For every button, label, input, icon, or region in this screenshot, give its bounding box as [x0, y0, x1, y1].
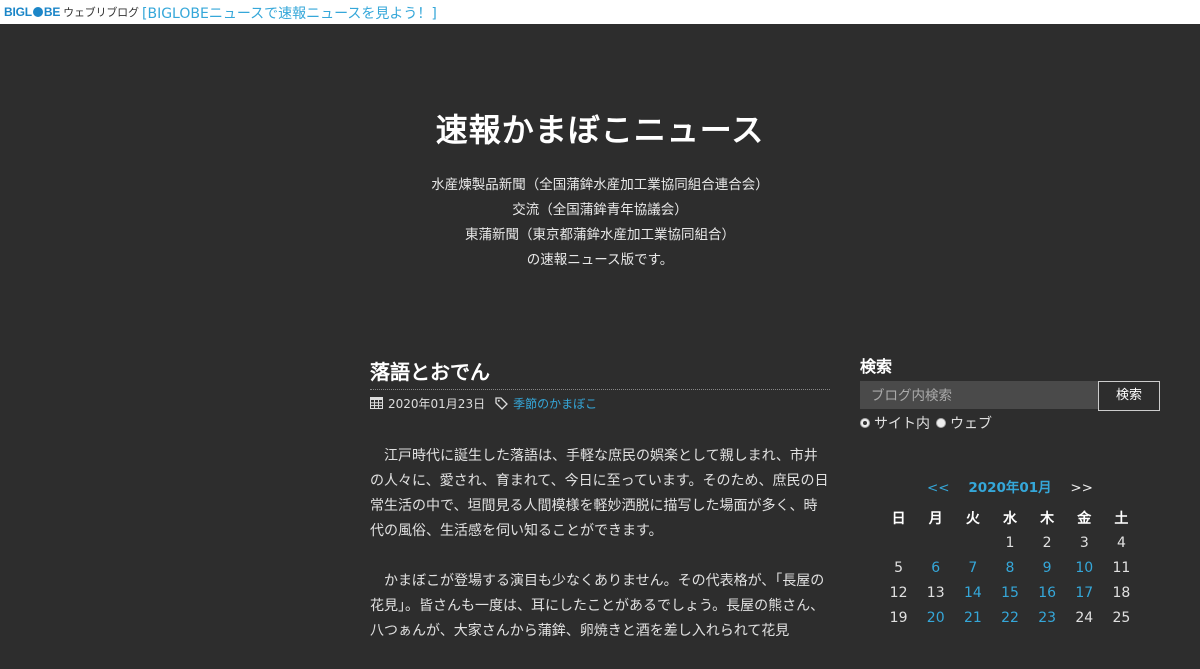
calendar-widget: << 2020年01月 >> 日月火水木金土 1 2 3 4 5 6 7 8 9 10 11 12 13…	[880, 476, 1140, 630]
calendar-day: 12	[889, 584, 908, 601]
calendar-day: 18	[1112, 584, 1131, 601]
calendar-weekday: 月	[928, 510, 943, 527]
calendar-weekday: 水	[1002, 510, 1017, 527]
search-form: ブログ内検索 検索	[860, 381, 1160, 411]
calendar-week: 12 13 14 15 16 17 18	[880, 580, 1140, 605]
calendar-day: 11	[1112, 559, 1131, 576]
search-button[interactable]: 検索	[1098, 381, 1160, 411]
calendar-icon	[370, 397, 383, 409]
calendar-day-link[interactable]: 22	[991, 605, 1028, 630]
sidebar: 検索 ブログ内検索 検索 サイト内 ウェブ	[860, 356, 1160, 433]
calendar-weekday: 日	[891, 510, 906, 527]
site-description: 水産煉製品新聞（全国蒲鉾水産加工業協同組合連合会） 交流（全国蒲鉾青年協議会） …	[0, 173, 1200, 273]
post-category-link[interactable]: 季節のかまぼこ	[513, 395, 597, 412]
logo-subtitle: ウェブリブログ	[63, 7, 139, 19]
calendar-weekday: 木	[1040, 510, 1055, 527]
calendar-week: 1 2 3 4	[880, 530, 1140, 555]
calendar-weekday: 金	[1077, 510, 1092, 527]
search-scope: サイト内 ウェブ	[860, 413, 1160, 433]
calendar-day-link[interactable]: 16	[1029, 580, 1066, 605]
calendar-day: 4	[1116, 534, 1126, 551]
calendar-day-link[interactable]: 8	[991, 555, 1028, 580]
calendar-day	[954, 530, 991, 555]
description-line: 東蒲新聞（東京都蒲鉾水産加工業協同組合）	[465, 227, 735, 243]
calendar-day-link[interactable]: 10	[1066, 555, 1103, 580]
post-date: 2020年01月23日	[388, 396, 486, 411]
calendar-day: 19	[889, 609, 908, 626]
calendar-day	[917, 530, 954, 555]
radio-web-label[interactable]: ウェブ	[950, 413, 992, 433]
calendar-month-link[interactable]: 2020年01月	[968, 476, 1051, 500]
calendar-day-link[interactable]: 15	[991, 580, 1028, 605]
calendar-weekday: 土	[1114, 510, 1129, 527]
post-paragraph: かまぼこが登場する演目も少なくありません。その代表格が、「長屋の花見」。皆さんも…	[370, 573, 825, 639]
biglobe-logo[interactable]: BIGL BE ウェブリブログ	[4, 4, 139, 20]
description-line: 水産煉製品新聞（全国蒲鉾水産加工業協同組合連合会）	[431, 177, 769, 193]
description-line: 交流（全国蒲鉾青年協議会）	[512, 202, 688, 218]
description-line: の速報ニュース版です。	[526, 252, 674, 268]
post: 落語とおでん 2020年01月23日 季節のかまぼこ 江戸時代に誕生した落語は、…	[370, 356, 830, 669]
post-meta: 2020年01月23日 季節のかまぼこ	[370, 393, 830, 413]
calendar-header: << 2020年01月 >>	[880, 476, 1140, 500]
post-body: 江戸時代に誕生した落語は、手軽な庶民の娯楽として親しまれ、市井の人々に、愛され、…	[370, 444, 830, 644]
calendar-table: 日月火水木金土 1 2 3 4 5 6 7 8 9 10 11 12 13 14 15 16 17 18 19 20 2…	[880, 505, 1140, 630]
top-bar: BIGL BE ウェブリブログ [BIGLOBEニュースで速報ニュースを見よう！]	[0, 0, 1200, 24]
calendar-day-link[interactable]: 9	[1029, 555, 1066, 580]
calendar-day: 1	[1005, 534, 1015, 551]
search-widget-title: 検索	[860, 357, 893, 376]
calendar-day-link[interactable]: 6	[917, 555, 954, 580]
site-title[interactable]: 速報かまぼこニュース	[0, 105, 1200, 151]
search-input[interactable]: ブログ内検索	[860, 381, 1098, 409]
calendar-day-link[interactable]: 23	[1029, 605, 1066, 630]
calendar-day-link[interactable]: 17	[1066, 580, 1103, 605]
calendar-day: 24	[1075, 609, 1094, 626]
calendar-day-link[interactable]: 14	[954, 580, 991, 605]
calendar-day-link[interactable]: 20	[917, 605, 954, 630]
logo-dot-icon	[32, 7, 43, 17]
post-title[interactable]: 落語とおでん	[370, 356, 830, 390]
calendar-next-link[interactable]: >>	[1070, 476, 1093, 500]
radio-site[interactable]	[860, 418, 870, 428]
calendar-weekday: 火	[965, 510, 980, 527]
calendar-week: 5 6 7 8 9 10 11	[880, 555, 1140, 580]
calendar-day	[880, 530, 917, 555]
calendar-day: 5	[894, 559, 904, 576]
logo-text: BIGL	[4, 5, 32, 19]
calendar-prev-link[interactable]: <<	[927, 476, 950, 500]
biglobe-news-link[interactable]: [BIGLOBEニュースで速報ニュースを見よう！]	[142, 3, 437, 23]
logo-text-2: BE	[43, 5, 61, 19]
calendar-day: 3	[1079, 534, 1089, 551]
calendar-day: 25	[1112, 609, 1131, 626]
calendar-day: 13	[926, 584, 945, 601]
radio-web[interactable]	[936, 418, 946, 428]
calendar-week: 19 20 21 22 23 24 25	[880, 605, 1140, 630]
calendar-day-link[interactable]: 7	[954, 555, 991, 580]
post-paragraph: 江戸時代に誕生した落語は、手軽な庶民の娯楽として親しまれ、市井の人々に、愛され、…	[370, 448, 829, 539]
calendar-day-link[interactable]: 21	[954, 605, 991, 630]
calendar-day: 2	[1042, 534, 1052, 551]
tag-icon	[495, 396, 509, 410]
radio-site-label[interactable]: サイト内	[874, 413, 930, 433]
